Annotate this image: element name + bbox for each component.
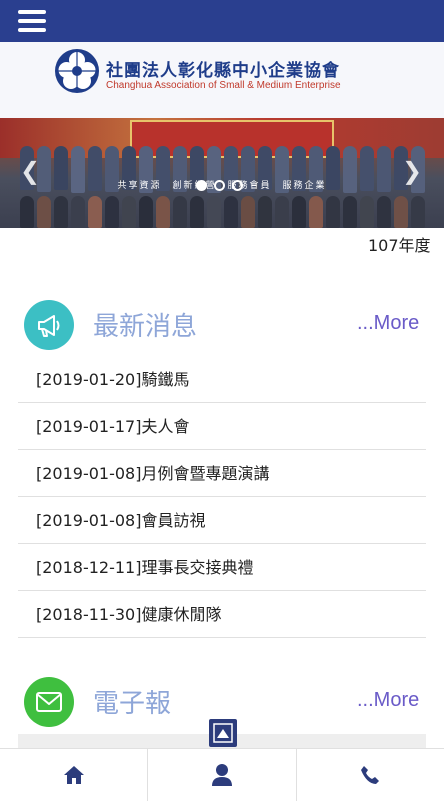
news-item[interactable]: [2019-01-08]月例會暨專題演講 — [18, 451, 426, 497]
news-item[interactable]: [2019-01-08]會員訪視 — [18, 498, 426, 544]
news-item[interactable]: [2019-01-17]夫人會 — [18, 404, 426, 450]
logo-header: 社團法人彰化縣中小企業協會 Changhua Association of Sm… — [0, 42, 444, 118]
chevron-left-icon[interactable]: ❮ — [20, 158, 40, 184]
news-section-header: 最新消息 ...More — [0, 300, 444, 356]
news-list: [2019-01-20]騎鐵馬 [2019-01-17]夫人會 [2019-01… — [18, 357, 426, 638]
top-bar — [0, 0, 444, 42]
news-item[interactable]: [2018-11-30]健康休閒隊 — [18, 592, 426, 638]
news-section-title: 最新消息 — [93, 312, 198, 342]
slider-dot-1[interactable] — [196, 180, 207, 191]
megaphone-icon — [24, 300, 74, 350]
nav-home-button[interactable] — [0, 749, 147, 801]
news-more-link[interactable]: ...More — [357, 312, 419, 335]
slider-dot-2[interactable] — [214, 180, 225, 191]
bottom-nav — [0, 748, 444, 801]
slider-dot-3[interactable] — [232, 180, 243, 191]
logo-title: 社團法人彰化縣中小企業協會 — [106, 61, 340, 81]
nav-contact-button[interactable] — [295, 749, 444, 801]
chevron-right-icon[interactable]: ❯ — [402, 158, 422, 184]
news-item[interactable]: [2019-01-20]騎鐵馬 — [18, 357, 426, 403]
arrow-up-icon — [213, 723, 233, 743]
newsletter-more-link[interactable]: ...More — [357, 689, 419, 712]
home-icon — [63, 766, 84, 784]
association-logo[interactable] — [54, 48, 100, 94]
nav-member-button[interactable] — [147, 749, 295, 801]
user-icon — [211, 764, 232, 786]
hamburger-menu-icon[interactable] — [18, 10, 46, 32]
newsletter-section-title: 電子報 — [93, 689, 172, 719]
banner-crowd-front — [0, 196, 444, 228]
phone-icon — [361, 766, 380, 784]
slider-dots — [196, 180, 243, 191]
logo-subtitle: Changhua Association of Small & Medium E… — [106, 80, 341, 91]
banner-slider[interactable]: 共享資源 創新經營 服務會員 服務企業 ❮ ❯ — [0, 118, 444, 228]
marquee-text[interactable]: 107年度 — [368, 232, 444, 254]
back-to-top-button[interactable] — [209, 719, 237, 747]
envelope-icon — [24, 677, 74, 727]
news-item[interactable]: [2018-12-11]理事長交接典禮 — [18, 545, 426, 591]
